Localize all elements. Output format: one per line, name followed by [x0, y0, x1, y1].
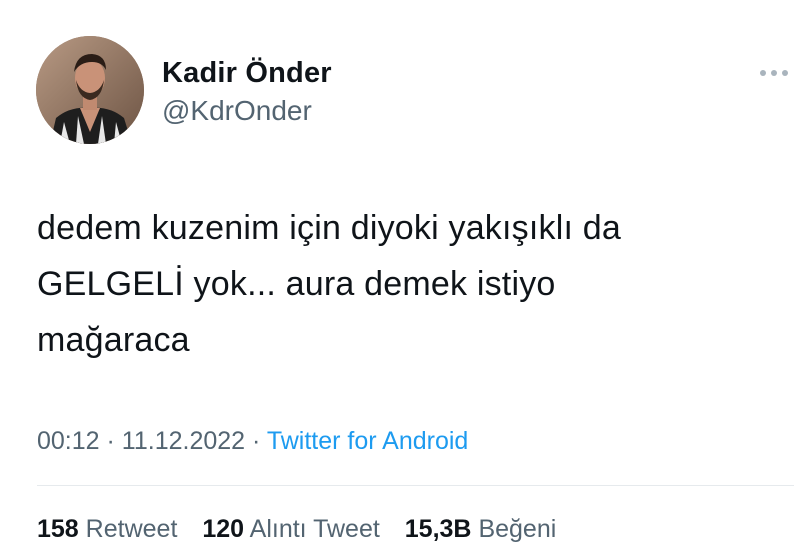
username[interactable]: @KdrOnder	[162, 94, 312, 128]
divider	[37, 485, 794, 486]
likes-count: 15,3B	[404, 515, 472, 543]
likes-label: Beğeni	[478, 515, 557, 543]
tweet-text: dedem kuzenim için diyoki yakışıklı da G…	[37, 200, 797, 368]
retweets-count: 158	[37, 515, 79, 543]
avatar[interactable]	[36, 36, 144, 144]
tweet-text-line: GELGELİ yok... aura demek istiyo	[37, 265, 556, 303]
profile-photo-icon	[36, 36, 144, 144]
quotes-count: 120	[202, 515, 245, 543]
more-dot	[771, 70, 777, 76]
likes-stat[interactable]: 15,3B Beğeni	[405, 512, 557, 546]
meta-separator: ·	[252, 427, 261, 455]
retweets-label: Retweet	[85, 515, 178, 543]
meta-separator: ·	[106, 427, 115, 455]
tweet-time[interactable]: 00:12	[37, 427, 100, 455]
tweet-text-line: mağaraca	[37, 321, 190, 359]
tweet-source-link[interactable]: Twitter for Android	[267, 427, 468, 455]
tweet-card: Kadir Önder @KdrOnder dedem kuzenim için…	[0, 0, 806, 559]
more-dot	[760, 70, 766, 76]
retweets-stat[interactable]: 158 Retweet	[37, 512, 177, 546]
display-name[interactable]: Kadir Önder	[162, 56, 332, 90]
quotes-stat[interactable]: 120 Alıntı Tweet	[202, 512, 379, 546]
more-options-icon[interactable]	[756, 60, 792, 84]
tweet-date[interactable]: 11.12.2022	[122, 427, 245, 455]
tweet-text-line: dedem kuzenim için diyoki yakışıklı da	[37, 209, 621, 247]
more-dot	[782, 70, 788, 76]
tweet-stats: 158 Retweet 120 Alıntı Tweet 15,3B Beğen…	[37, 512, 574, 546]
tweet-meta: 00:12 · 11.12.2022 · Twitter for Android	[37, 424, 468, 458]
quotes-label: Alıntı Tweet	[249, 515, 380, 543]
